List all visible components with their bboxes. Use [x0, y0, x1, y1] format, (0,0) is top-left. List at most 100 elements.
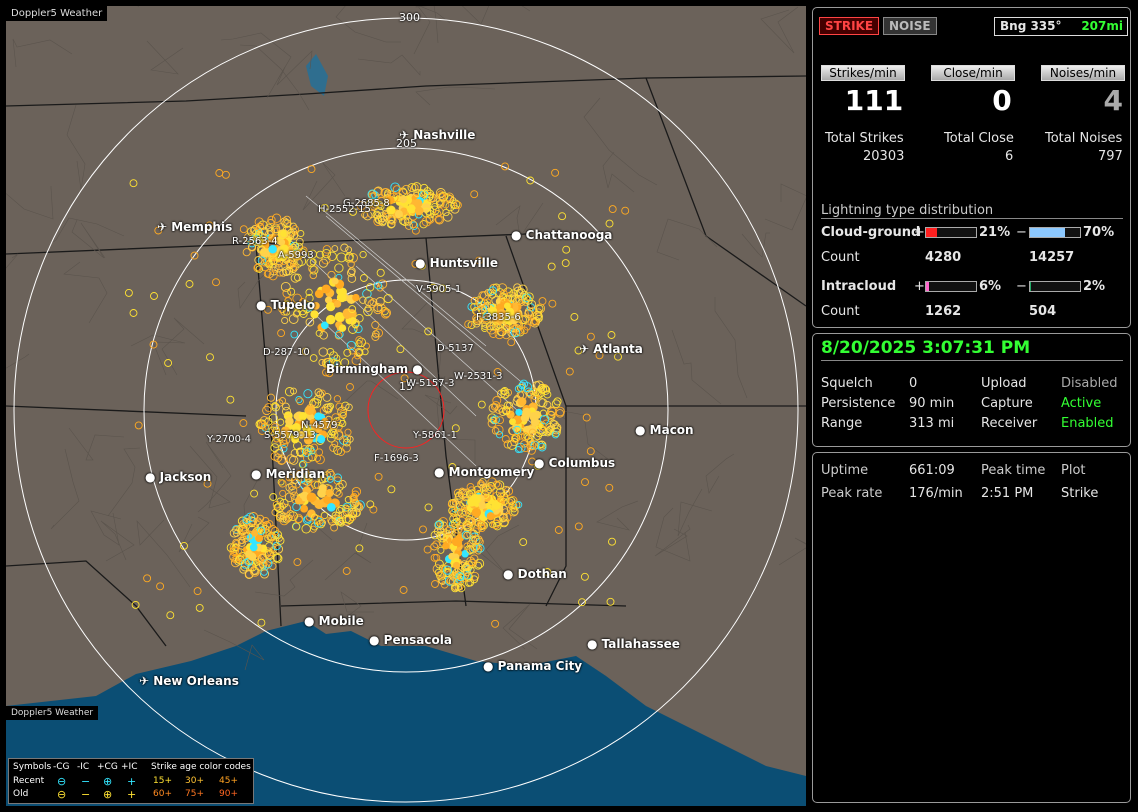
ic-positive-pct: 6%: [979, 279, 1002, 294]
strike-marker: [206, 353, 214, 362]
strike-marker: [129, 309, 138, 317]
storm-tag[interactable]: Y-5861-1: [413, 430, 457, 441]
strike-indicator[interactable]: STRIKE: [819, 17, 880, 35]
strike-marker: [394, 210, 403, 219]
strike-marker: [548, 299, 557, 308]
strike-marker: [287, 287, 296, 296]
city-atlanta[interactable]: ✈ Atlanta: [579, 342, 643, 356]
strike-marker: [396, 345, 405, 354]
plot-value[interactable]: Strike: [1061, 486, 1098, 501]
county-line: [778, 537, 806, 566]
legend-pos-cg-icon: ⊕: [103, 788, 113, 801]
county-line: [415, 86, 496, 106]
storm-tag[interactable]: S-5579-13: [264, 430, 316, 441]
strike-marker: [606, 597, 615, 606]
strike-marker: [304, 405, 315, 416]
storm-tag[interactable]: H-2552-15: [318, 204, 371, 215]
city-huntsville[interactable]: ● Huntsville: [415, 256, 498, 270]
city-meridian[interactable]: ● Meridian: [251, 467, 325, 481]
legend-neg-cg-icon: ⊖: [57, 788, 67, 801]
strike-marker: [164, 359, 173, 367]
strike-marker: [515, 408, 523, 416]
strike-marker: [293, 558, 302, 567]
total-close-label: Total Close: [944, 131, 1014, 146]
ic-negative-fill: [1030, 282, 1031, 291]
cg-positive-pct: 21%: [979, 225, 1011, 240]
strike-marker: [580, 572, 589, 581]
county-line: [107, 447, 141, 517]
storm-tag[interactable]: A-5993: [278, 250, 314, 261]
storm-tag[interactable]: Y-2700-4: [207, 434, 251, 445]
strike-marker: [307, 165, 316, 174]
county-line: [50, 448, 80, 530]
strike-marker: [371, 320, 380, 330]
legend-col: -CG: [53, 762, 70, 772]
strike-marker: [295, 497, 303, 505]
brand-badge-bottom: Doppler5 Weather: [6, 706, 99, 720]
bearing-box: Bng 335° 207mi: [994, 17, 1128, 36]
city-mobile[interactable]: ● Mobile: [304, 614, 364, 628]
storm-tag[interactable]: F-3835-6: [476, 312, 521, 323]
strike-marker: [285, 416, 294, 426]
strike-marker: [338, 324, 347, 332]
storm-tag[interactable]: W-5157-3: [406, 378, 455, 389]
lake-water: [306, 54, 328, 96]
strike-marker: [414, 206, 424, 216]
city-montgomery[interactable]: ● Montgomery: [434, 465, 534, 479]
storm-tag[interactable]: V-5905-1: [416, 284, 461, 295]
strike-marker: [268, 562, 277, 570]
strike-marker: [333, 300, 342, 308]
city-macon[interactable]: ● Macon: [635, 423, 694, 437]
strike-marker: [221, 170, 230, 179]
legend-age: 30+: [185, 776, 204, 786]
strike-marker: [608, 205, 617, 214]
county-line: [705, 453, 735, 494]
strike-marker: [522, 407, 531, 417]
strike-marker: [279, 489, 287, 497]
city-label: Chattanooga: [525, 228, 613, 242]
lightning-map[interactable]: Doppler5 Weather Doppler5 Weather 300 20…: [6, 6, 806, 806]
storm-tag[interactable]: D-287-10: [263, 347, 310, 358]
city-label: Columbus: [548, 456, 616, 470]
plot-label: Plot: [1061, 463, 1086, 478]
city-tallahassee[interactable]: ● Tallahassee: [587, 637, 680, 651]
storm-tag[interactable]: F-1696-3: [374, 453, 419, 464]
city-jackson[interactable]: ● Jackson: [145, 470, 211, 484]
strike-marker: [607, 331, 616, 339]
city-birmingham[interactable]: Birmingham ●: [326, 362, 423, 376]
noise-indicator[interactable]: NOISE: [883, 17, 937, 35]
storm-tag[interactable]: R-2563-4: [232, 236, 278, 247]
city-columbus[interactable]: ● Columbus: [534, 456, 615, 470]
strike-marker: [565, 367, 574, 376]
city-new-orleans[interactable]: ✈ New Orleans: [139, 674, 239, 688]
city-panama-city[interactable]: ● Panama City: [483, 659, 582, 673]
ic-negative-count: 504: [1029, 304, 1057, 319]
city-dothan[interactable]: ● Dothan: [503, 567, 567, 581]
strike-marker: [309, 265, 319, 275]
ic-plus-sign: +: [914, 279, 925, 294]
storm-tag[interactable]: W-2531-3: [454, 371, 503, 382]
strike-marker: [281, 316, 289, 325]
city-pensacola[interactable]: ● Pensacola: [369, 633, 452, 647]
strike-marker: [251, 529, 259, 537]
county-line: [764, 183, 806, 231]
peak-time-label: Peak time: [981, 463, 1046, 478]
storm-tag[interactable]: D-5137: [437, 343, 474, 354]
county-line: [324, 522, 372, 581]
city-chattanooga[interactable]: ● Chattanooga: [511, 228, 612, 242]
county-line: [462, 6, 531, 25]
map-canvas[interactable]: [6, 6, 806, 806]
city-label: Montgomery: [448, 465, 535, 479]
city-memphis[interactable]: ✈ Memphis: [157, 220, 232, 234]
peak-rate-label: Peak rate: [821, 486, 883, 501]
strike-marker: [581, 478, 589, 487]
strike-marker: [278, 479, 287, 488]
city-nashville[interactable]: ✈ Nashville: [399, 128, 475, 142]
strike-marker: [320, 321, 329, 330]
strike-marker: [331, 245, 339, 253]
city-label: Nashville: [413, 128, 476, 142]
receiver-label: Receiver: [981, 416, 1038, 431]
city-tupelo[interactable]: ● Tupelo: [256, 298, 315, 312]
strike-marker: [538, 297, 547, 306]
legend-age: 15+: [153, 776, 172, 786]
